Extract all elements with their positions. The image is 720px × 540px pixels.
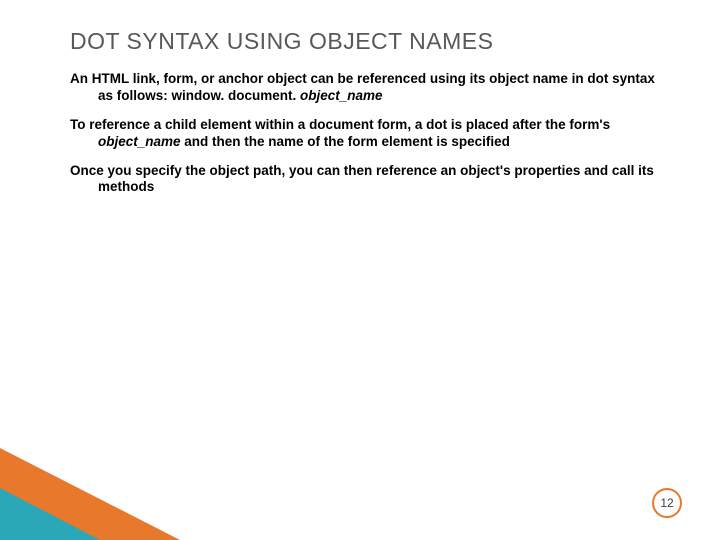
slide-footer: 12 bbox=[0, 448, 720, 540]
slide-title: DOT SYNTAX USING OBJECT NAMES bbox=[70, 28, 670, 55]
slide: DOT SYNTAX USING OBJECT NAMES An HTML li… bbox=[0, 0, 720, 540]
para2-text-c: and then the name of the form element is… bbox=[181, 134, 510, 149]
slide-body: An HTML link, form, or anchor object can… bbox=[70, 71, 670, 196]
page-number: 12 bbox=[660, 496, 673, 510]
para2-italic: object_name bbox=[98, 134, 181, 149]
decor-triangle-teal bbox=[0, 488, 100, 540]
paragraph-3: Once you specify the object path, you ca… bbox=[70, 163, 670, 197]
paragraph-1: An HTML link, form, or anchor object can… bbox=[70, 71, 670, 105]
para2-text-a: To reference a child element within a do… bbox=[70, 117, 610, 132]
para1-italic: object_name bbox=[300, 88, 383, 103]
paragraph-2: To reference a child element within a do… bbox=[70, 117, 670, 151]
para3-text: Once you specify the object path, you ca… bbox=[70, 163, 670, 197]
page-number-badge: 12 bbox=[652, 488, 682, 518]
